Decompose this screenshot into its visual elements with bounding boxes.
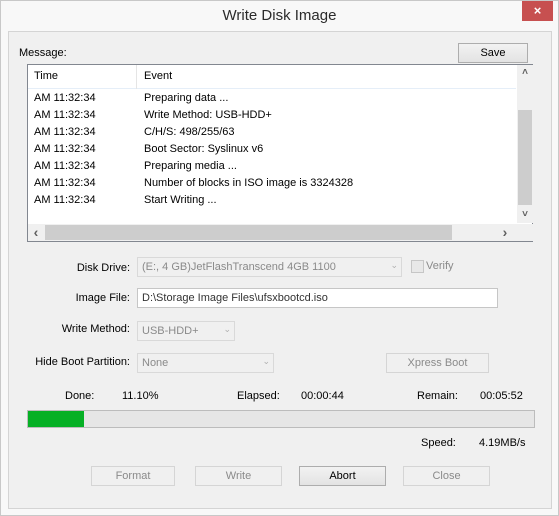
progress-fill xyxy=(28,411,85,427)
vertical-scrollbar[interactable]: ˄ ˅ xyxy=(517,65,533,223)
speed-value: 4.19MB/s xyxy=(479,437,526,449)
message-list[interactable]: Time Event AM 11:32:34 Preparing data ...… xyxy=(27,64,533,242)
list-item[interactable]: AM 11:32:34 Write Method: USB-HDD+ xyxy=(28,107,516,124)
row-time: AM 11:32:34 xyxy=(34,194,96,206)
list-item[interactable]: AM 11:32:34 C/H/S: 498/255/63 xyxy=(28,124,516,141)
row-time: AM 11:32:34 xyxy=(34,160,96,172)
elapsed-label: Elapsed: xyxy=(237,390,280,402)
scroll-left-icon[interactable]: ‹ xyxy=(28,224,44,240)
row-event: Write Method: USB-HDD+ xyxy=(144,109,272,121)
list-item[interactable]: AM 11:32:34 Start Writing ... xyxy=(28,192,516,209)
list-header: Time Event xyxy=(28,65,516,89)
write-method-label: Write Method: xyxy=(61,323,130,335)
row-event: Boot Sector: Syslinux v6 xyxy=(144,143,264,155)
progress-bar xyxy=(27,410,535,428)
abort-button[interactable]: Abort xyxy=(299,466,386,486)
title-bar: Write Disk Image × xyxy=(1,1,558,31)
format-button[interactable]: Format xyxy=(91,466,175,486)
write-method-value: USB-HDD+ xyxy=(142,325,199,337)
row-event: Preparing media ... xyxy=(144,160,237,172)
row-time: AM 11:32:34 xyxy=(34,177,96,189)
column-separator[interactable] xyxy=(136,65,137,89)
image-file-value: D:\Storage Image Files\ufsxbootcd.iso xyxy=(142,292,328,304)
list-item[interactable]: AM 11:32:34 Preparing data ... xyxy=(28,90,516,107)
image-file-label: Image File: xyxy=(75,292,130,304)
row-time: AM 11:32:34 xyxy=(34,126,96,138)
row-event: Preparing data ... xyxy=(144,92,229,104)
remain-label: Remain: xyxy=(417,390,458,402)
remain-value: 00:05:52 xyxy=(480,390,523,402)
vertical-scroll-thumb[interactable] xyxy=(518,110,532,205)
hide-boot-partition-select[interactable]: None ⌄ xyxy=(137,353,274,373)
image-file-field[interactable]: D:\Storage Image Files\ufsxbootcd.iso xyxy=(137,288,498,308)
speed-label: Speed: xyxy=(421,437,456,449)
row-event: C/H/S: 498/255/63 xyxy=(144,126,235,138)
chevron-down-icon: ⌄ xyxy=(390,260,398,270)
scroll-down-icon[interactable]: ˅ xyxy=(517,207,533,223)
verify-checkbox[interactable] xyxy=(411,260,424,273)
window-title: Write Disk Image xyxy=(222,7,337,24)
elapsed-value: 00:00:44 xyxy=(301,390,344,402)
save-button[interactable]: Save xyxy=(458,43,528,63)
scroll-right-icon[interactable]: › xyxy=(497,224,513,240)
close-window-button[interactable]: × xyxy=(522,1,553,21)
close-icon: × xyxy=(533,3,542,18)
disk-drive-label: Disk Drive: xyxy=(76,262,130,274)
scroll-up-icon[interactable]: ˄ xyxy=(517,65,533,81)
done-label: Done: xyxy=(65,390,95,402)
message-label: Message: xyxy=(19,47,67,59)
write-disk-image-dialog: Write Disk Image × Message: Save Time Ev… xyxy=(0,0,559,516)
list-item[interactable]: AM 11:32:34 Preparing media ... xyxy=(28,158,516,175)
write-method-select[interactable]: USB-HDD+ ⌄ xyxy=(137,321,235,341)
row-event: Number of blocks in ISO image is 3324328 xyxy=(144,177,354,189)
chevron-down-icon: ⌄ xyxy=(223,324,231,334)
disk-drive-select[interactable]: (E:, 4 GB)JetFlashTranscend 4GB 1100 ⌄ xyxy=(137,257,402,277)
close-button[interactable]: Close xyxy=(403,466,490,486)
hide-boot-partition-value: None xyxy=(142,357,169,369)
row-time: AM 11:32:34 xyxy=(34,143,96,155)
row-time: AM 11:32:34 xyxy=(34,92,96,104)
list-item[interactable]: AM 11:32:34 Number of blocks in ISO image… xyxy=(28,175,516,192)
write-button[interactable]: Write xyxy=(195,466,282,486)
chevron-down-icon: ⌄ xyxy=(262,356,270,366)
hide-boot-partition-label: Hide Boot Partition: xyxy=(35,356,130,368)
dialog-body: Message: Save Time Event AM 11:32:34 Prep… xyxy=(8,31,552,509)
row-time: AM 11:32:34 xyxy=(34,109,96,121)
scroll-corner xyxy=(517,224,533,241)
horizontal-scrollbar[interactable]: ‹ › xyxy=(28,224,517,241)
xpress-boot-button[interactable]: Xpress Boot xyxy=(386,353,489,373)
column-header-event[interactable]: Event xyxy=(144,70,172,82)
list-item[interactable]: AM 11:32:34 Boot Sector: Syslinux v6 xyxy=(28,141,516,158)
verify-label: Verify xyxy=(426,260,454,272)
row-event: Start Writing ... xyxy=(144,194,217,206)
horizontal-scroll-thumb[interactable] xyxy=(45,225,452,240)
done-value: 11.10% xyxy=(122,390,159,402)
disk-drive-value: (E:, 4 GB)JetFlashTranscend 4GB 1100 xyxy=(142,261,336,273)
column-header-time[interactable]: Time xyxy=(34,70,58,82)
